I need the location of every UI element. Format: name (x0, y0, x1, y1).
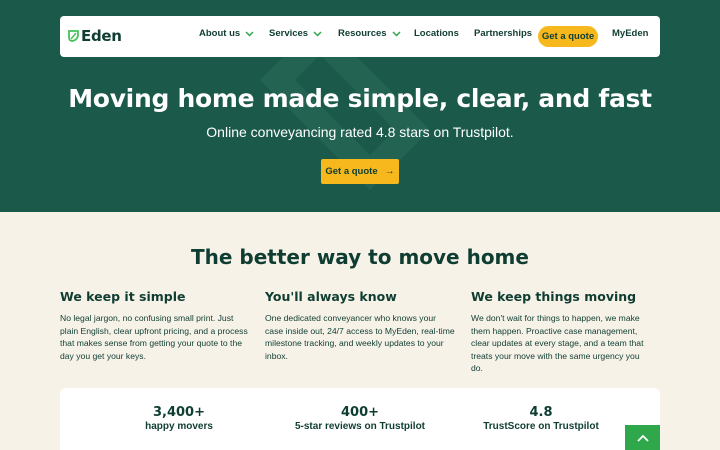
nav-about-us[interactable]: About us (199, 28, 254, 39)
stat-value: 3,400+ (152, 405, 205, 420)
scroll-to-top-button[interactable] (625, 425, 660, 450)
stat-label: TrustScore on Trustpilot (483, 421, 599, 432)
feature-body: We don't wait for things to happen, we m… (471, 313, 644, 373)
nav-myeden-label: MyEden (612, 28, 649, 39)
hero-title: Moving home made simple, clear, and fast (68, 84, 652, 113)
chevron-up-icon (636, 434, 649, 442)
feature-keep-it-simple: We keep it simple No legal jargon, no co… (60, 289, 250, 362)
feature-heading: We keep it simple (60, 289, 186, 304)
nav-about-us-label: About us (199, 28, 241, 39)
nav-services-label: Services (269, 28, 309, 39)
stats-panel: 3,400+ happy movers 400+ 5-star reviews … (60, 388, 660, 450)
stat-five-star-reviews: 400+ 5-star reviews on Trustpilot (260, 405, 460, 432)
hero-get-a-quote-button[interactable]: Get a quote → (321, 159, 399, 184)
nav-myeden-link[interactable]: MyEden (612, 28, 648, 39)
nav-get-a-quote-button[interactable]: Get a quote (538, 26, 598, 47)
leaf-logo-icon (68, 30, 79, 42)
nav-partnerships[interactable]: Partnerships (474, 28, 532, 39)
feature-always-know: You'll always know One dedicated conveya… (265, 289, 455, 362)
arrow-right-icon: → (384, 166, 395, 177)
hero-section: Eden About us Services Resources Locatio… (0, 0, 720, 212)
nav-resources-label: Resources (338, 28, 387, 39)
feature-body: One dedicated conveyancer who knows your… (265, 313, 455, 361)
chevron-down-icon (245, 30, 254, 37)
stat-label: 5-star reviews on Trustpilot (294, 421, 426, 432)
top-navbar: Eden About us Services Resources Locatio… (60, 16, 660, 57)
features-title: The better way to move home (191, 245, 529, 269)
chevron-down-icon (313, 30, 322, 37)
eden-logo[interactable]: Eden (68, 27, 122, 45)
stat-value: 400+ (340, 405, 380, 420)
nav-resources[interactable]: Resources (338, 28, 401, 39)
stat-happy-movers: 3,400+ happy movers (79, 405, 279, 432)
hero-subtitle: Online conveyancing rated 4.8 stars on T… (206, 124, 514, 140)
feature-heading: We keep things moving (471, 289, 637, 304)
logo-text: Eden (81, 27, 122, 45)
feature-heading: You'll always know (265, 289, 397, 304)
stat-value: 4.8 (529, 405, 553, 420)
feature-body: No legal jargon, no confusing small prin… (60, 313, 248, 361)
feature-keep-moving: We keep things moving We don't wait for … (471, 289, 651, 375)
nav-locations-label: Locations (414, 28, 459, 39)
stat-trustscore: 4.8 TrustScore on Trustpilot (441, 405, 641, 432)
nav-services[interactable]: Services (269, 28, 322, 39)
stat-label: happy movers (145, 421, 213, 432)
chevron-down-icon (392, 30, 401, 37)
nav-partnerships-label: Partnerships (474, 28, 533, 39)
hero-cta-label: Get a quote (325, 166, 378, 177)
nav-locations[interactable]: Locations (414, 28, 459, 39)
